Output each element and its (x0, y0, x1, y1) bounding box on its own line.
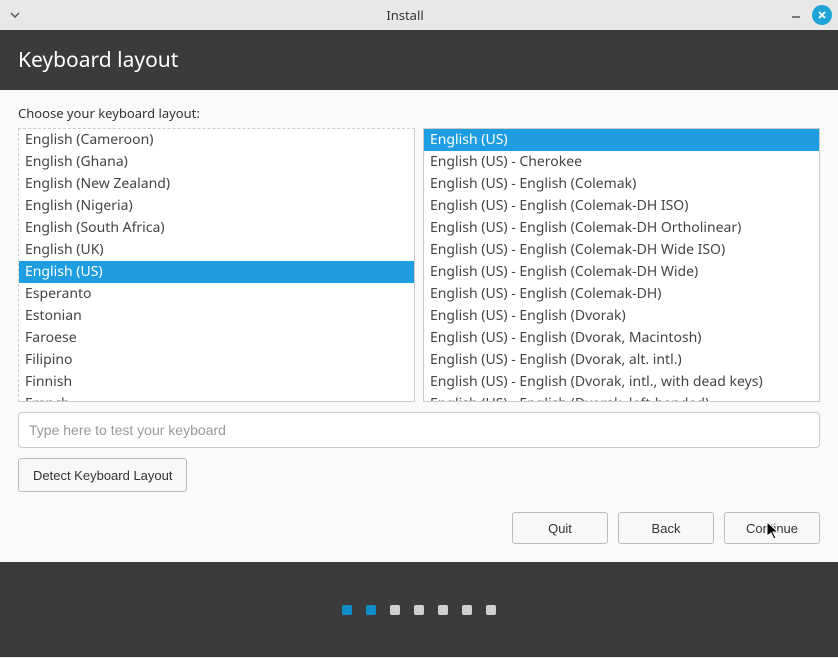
step-dot (342, 605, 352, 615)
list-item[interactable]: English (US) (19, 261, 414, 283)
menu-chevron-icon[interactable] (6, 6, 24, 24)
list-item[interactable]: English (US) - English (Colemak) (424, 173, 819, 195)
step-dot (414, 605, 424, 615)
minimize-button[interactable] (786, 5, 806, 25)
step-dot (438, 605, 448, 615)
list-item[interactable]: English (Cameroon) (19, 129, 414, 151)
list-item[interactable]: English (South Africa) (19, 217, 414, 239)
list-item[interactable]: English (UK) (19, 239, 414, 261)
list-item[interactable]: French (19, 393, 414, 402)
list-item[interactable]: English (US) - English (Colemak-DH Wide … (424, 239, 819, 261)
list-item[interactable]: English (US) - English (Colemak-DH Ortho… (424, 217, 819, 239)
step-indicator (0, 562, 838, 657)
detect-layout-button[interactable]: Detect Keyboard Layout (18, 458, 187, 492)
list-item[interactable]: Faroese (19, 327, 414, 349)
step-dot (366, 605, 376, 615)
list-item[interactable]: English (US) (424, 129, 819, 151)
page-header: Keyboard layout (0, 30, 838, 90)
content-area: Choose your keyboard layout: English (Ca… (0, 90, 838, 500)
list-item[interactable]: English (US) - English (Colemak-DH ISO) (424, 195, 819, 217)
step-dot (462, 605, 472, 615)
step-dot (390, 605, 400, 615)
list-item[interactable]: English (US) - English (Dvorak, left-han… (424, 393, 819, 402)
language-listbox[interactable]: English (Cameroon)English (Ghana)English… (18, 128, 415, 402)
back-button[interactable]: Back (618, 512, 714, 544)
list-item[interactable]: English (US) - English (Dvorak, alt. int… (424, 349, 819, 371)
list-item[interactable]: English (US) - English (Dvorak, Macintos… (424, 327, 819, 349)
list-item[interactable]: Finnish (19, 371, 414, 393)
prompt-label: Choose your keyboard layout: (18, 104, 820, 122)
layout-lists: English (Cameroon)English (Ghana)English… (18, 128, 820, 402)
list-item[interactable]: English (New Zealand) (19, 173, 414, 195)
page-title: Keyboard layout (18, 46, 178, 74)
close-button[interactable] (812, 5, 832, 25)
list-item[interactable]: English (US) - English (Colemak-DH Wide) (424, 261, 819, 283)
nav-buttons: Quit Back Continue (0, 500, 838, 562)
window-titlebar: Install (0, 0, 838, 30)
quit-button[interactable]: Quit (512, 512, 608, 544)
window-title: Install (30, 6, 780, 24)
list-item[interactable]: Esperanto (19, 283, 414, 305)
list-item[interactable]: English (Nigeria) (19, 195, 414, 217)
list-item[interactable]: English (Ghana) (19, 151, 414, 173)
list-item[interactable]: English (US) - Cherokee (424, 151, 819, 173)
step-dot (486, 605, 496, 615)
continue-button[interactable]: Continue (724, 512, 820, 544)
list-item[interactable]: English (US) - English (Colemak-DH) (424, 283, 819, 305)
list-item[interactable]: Estonian (19, 305, 414, 327)
list-item[interactable]: English (US) - English (Dvorak, intl., w… (424, 371, 819, 393)
variant-listbox[interactable]: English (US)English (US) - CherokeeEngli… (423, 128, 820, 402)
keyboard-test-input[interactable] (18, 412, 820, 448)
list-item[interactable]: Filipino (19, 349, 414, 371)
list-item[interactable]: English (US) - English (Dvorak) (424, 305, 819, 327)
